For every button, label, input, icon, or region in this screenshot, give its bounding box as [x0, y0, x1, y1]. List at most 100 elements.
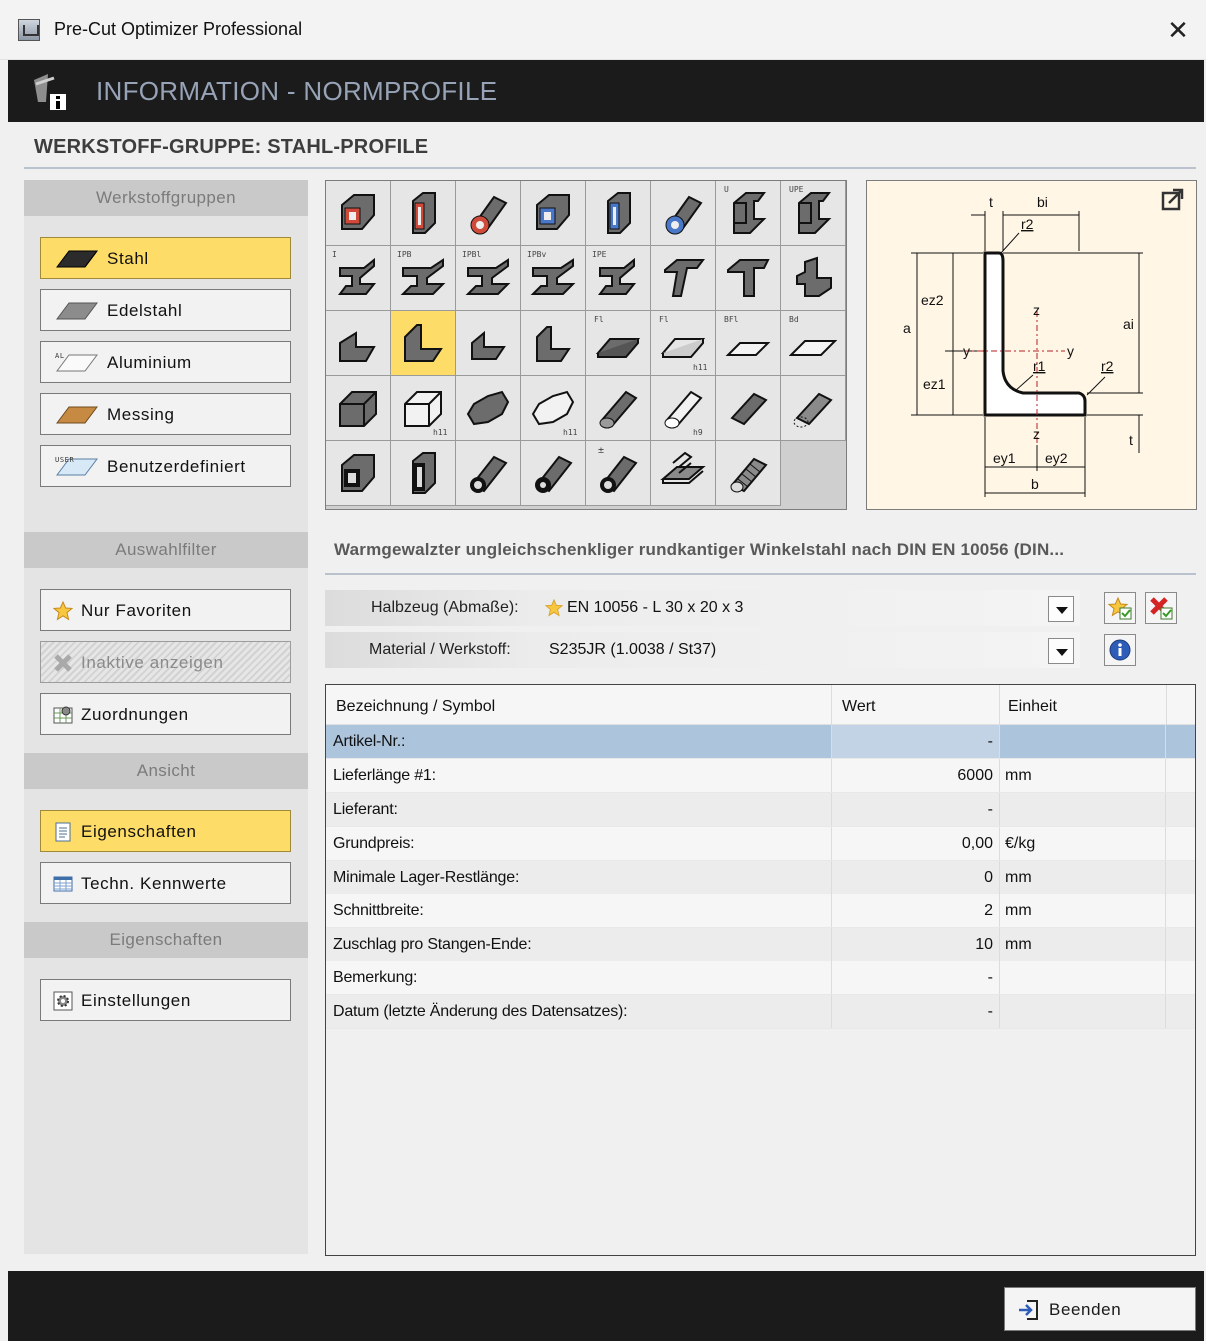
profile-hex-bar[interactable] [456, 376, 521, 441]
chevron-down-icon[interactable] [1048, 596, 1074, 622]
material-dropdown[interactable]: Material / Werkstoff: S235JR (1.0038 / S… [325, 632, 1080, 668]
profile-angle-unequal-rounded[interactable] [391, 311, 456, 376]
show-inactive-button[interactable]: Inaktive anzeigen [40, 641, 291, 683]
profile-round-tube-blue[interactable] [651, 181, 716, 246]
profile-bright-flat-bar[interactable]: BFl [716, 311, 781, 376]
group-button-stahl[interactable]: Stahl [40, 237, 291, 279]
svg-text:y: y [1067, 343, 1074, 359]
group-title: WERKSTOFF-GRUPPE: STAHL-PROFILE [34, 136, 429, 158]
svg-text:AL: AL [55, 352, 65, 360]
profile-round-hollow-thick[interactable] [521, 441, 586, 506]
profile-type-grid: U UPE I IPB IPBl IPBv IPE Fl Fl h11 BFl B… [325, 180, 847, 510]
profile-round-hollow-black[interactable] [456, 441, 521, 506]
chevron-down-icon[interactable] [1048, 638, 1074, 664]
profile-hex-bar-h11[interactable]: h11 [521, 376, 586, 441]
profile-rect-tube-red[interactable] [391, 181, 456, 246]
profile-wide-flat-bar[interactable]: Bd [781, 311, 846, 376]
table-header: Bezeichnung / Symbol Wert Einheit [326, 685, 1195, 725]
profile-threaded-rod[interactable] [716, 441, 781, 506]
profile-square-bar-h11[interactable]: h11 [391, 376, 456, 441]
group-button-edelstahl[interactable]: Edelstahl [40, 289, 291, 331]
svg-text:r1: r1 [1033, 358, 1046, 374]
profile-round-tube-red[interactable] [456, 181, 521, 246]
profile-square-tube-blue[interactable] [521, 181, 586, 246]
group-button-messing[interactable]: Messing [40, 393, 291, 435]
profile-description: Warmgewalzter ungleichschenkliger rundka… [334, 540, 1065, 559]
col-header-name: Bezeichnung / Symbol [336, 698, 496, 715]
halbzeug-label: Halbzeug (Abmaße): [371, 599, 519, 616]
remove-favorite-button[interactable] [1145, 592, 1177, 624]
svg-text:y: y [963, 343, 970, 359]
profile-z-beam[interactable] [781, 246, 846, 311]
close-icon[interactable]: ✕ [1158, 10, 1198, 50]
profile-t-beam[interactable] [651, 246, 716, 311]
table-icon [53, 876, 73, 892]
table-row[interactable]: Artikel-Nr.: - [326, 725, 1195, 759]
profile-angle-equal-small[interactable] [456, 311, 521, 376]
button-label: Zuordnungen [81, 705, 189, 724]
section-werkstoffgruppen: Werkstoffgruppen [24, 180, 308, 216]
profile-ipe-beam[interactable]: IPE [586, 246, 651, 311]
table-row[interactable]: Lieferlänge #1: 6000 mm [326, 759, 1195, 793]
group-button-benutzerdefiniert[interactable]: USER Benutzerdefiniert [40, 445, 291, 487]
profile-flat-bar-h11[interactable]: Fl h11 [651, 311, 716, 376]
assignments-button[interactable]: Zuordnungen [40, 693, 291, 735]
halbzeug-value: EN 10056 - L 30 x 20 x 3 [567, 599, 744, 616]
profile-cross-section-diagram: t bi r2 a ez2 ez1 ai r2 t z z y y r1 ey1… [866, 180, 1197, 510]
profile-u-channel[interactable]: U [716, 181, 781, 246]
stainless-bar-icon [56, 302, 98, 320]
table-row[interactable]: Schnittbreite: 2 mm [326, 894, 1195, 928]
svg-text:a: a [903, 320, 911, 336]
svg-text:z: z [1033, 426, 1040, 442]
table-row[interactable]: Bemerkung: - [326, 961, 1195, 995]
profile-ipbv-beam[interactable]: IPBv [521, 246, 586, 311]
profile-angle-unequal[interactable] [521, 311, 586, 376]
col-header-value: Wert [842, 698, 876, 715]
profile-square-tube-red[interactable] [326, 181, 391, 246]
profile-round-bar-h9[interactable]: h9 [651, 376, 716, 441]
material-info-button[interactable] [1104, 634, 1136, 666]
profile-rect-hollow-black[interactable] [391, 441, 456, 506]
profile-t-beam-wide[interactable] [716, 246, 781, 311]
profile-round-bar-dotted[interactable] [781, 376, 846, 441]
table-row[interactable]: Grundpreis: 0,00 €/kg [326, 827, 1195, 861]
button-label: Nur Favoriten [81, 601, 192, 620]
user-bar-icon: USER [55, 456, 98, 476]
profile-upe-channel[interactable]: UPE [781, 181, 846, 246]
profile-half-round-bar[interactable] [716, 376, 781, 441]
group-label: Aluminium [107, 353, 192, 372]
profile-ipbl-beam[interactable]: IPBl [456, 246, 521, 311]
profile-angle-equal[interactable] [326, 311, 391, 376]
halbzeug-dropdown[interactable]: Halbzeug (Abmaße): EN 10056 - L 30 x 20 … [325, 590, 1080, 626]
table-row[interactable]: Datum (letzte Änderung des Datensatzes):… [326, 995, 1195, 1029]
document-icon [55, 822, 71, 842]
profile-flat-bar[interactable]: Fl [586, 311, 651, 376]
table-row[interactable]: Minimale Lager-Restlänge: 0 mm [326, 861, 1195, 895]
exit-door-icon [1019, 1300, 1038, 1320]
favorites-filter-button[interactable]: Nur Favoriten [40, 589, 291, 631]
profile-square-hollow-black[interactable] [326, 441, 391, 506]
add-favorite-button[interactable] [1104, 592, 1136, 624]
star-check-icon [1108, 596, 1132, 620]
section-ansicht: Ansicht [24, 753, 308, 789]
exit-button[interactable]: Beenden [1004, 1287, 1196, 1331]
profile-ipb-beam[interactable]: IPB [391, 246, 456, 311]
profile-round-hollow-tolerance[interactable]: ± [586, 441, 651, 506]
table-row[interactable]: Lieferant: - [326, 793, 1195, 827]
profile-square-bar[interactable] [326, 376, 391, 441]
svg-text:ai: ai [1123, 316, 1134, 332]
section-auswahlfilter: Auswahlfilter [24, 532, 308, 568]
view-properties-button[interactable]: Eigenschaften [40, 810, 291, 852]
svg-text:USER: USER [55, 456, 74, 464]
table-row[interactable]: Zuschlag pro Stangen-Ende: 10 mm [326, 928, 1195, 962]
profile-round-bar[interactable] [586, 376, 651, 441]
profile-i-beam[interactable]: I [326, 246, 391, 311]
svg-text:t: t [1129, 432, 1133, 448]
profile-checker-plate[interactable] [651, 441, 716, 506]
settings-button[interactable]: Einstellungen [40, 979, 291, 1021]
group-button-aluminium[interactable]: AL Aluminium [40, 341, 291, 383]
view-tech-values-button[interactable]: Techn. Kennwerte [40, 862, 291, 904]
button-label: Inaktive anzeigen [81, 653, 224, 672]
svg-text:t: t [989, 194, 993, 210]
profile-rect-tube-blue[interactable] [586, 181, 651, 246]
